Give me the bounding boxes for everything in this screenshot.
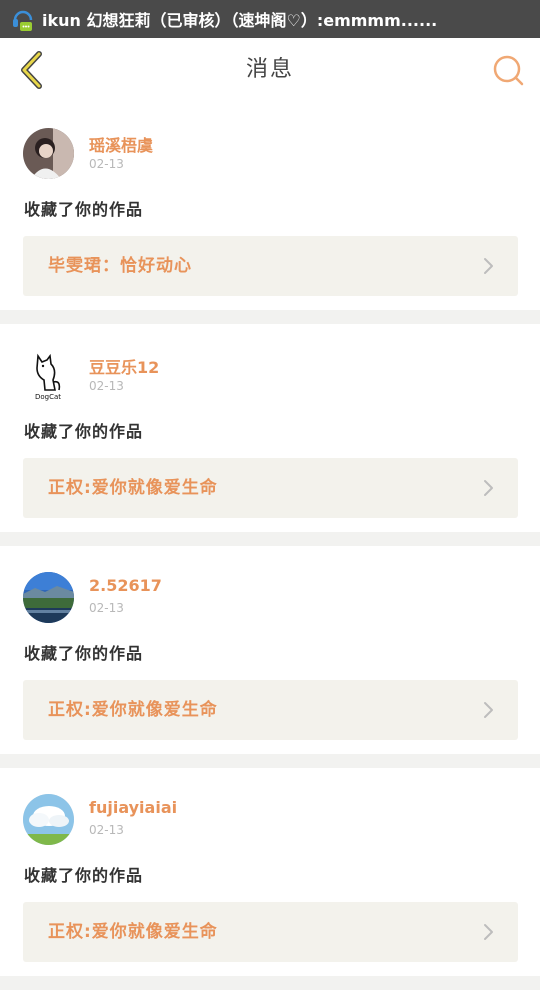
search-button[interactable] — [488, 50, 528, 90]
work-link[interactable]: 正权:爱你就像爱生命 — [23, 902, 518, 962]
notification-icon — [10, 6, 36, 32]
work-link[interactable]: 正权:爱你就像爱生命 — [23, 458, 518, 518]
status-notification-text: ikun 幻想狂莉（已审核）（速坤阁♡）:emmmm...... — [42, 11, 438, 30]
message-date: 02-13 — [89, 601, 124, 615]
message-action-text: 收藏了你的作品 — [24, 200, 144, 219]
work-title: 正权:爱你就像爱生命 — [48, 700, 218, 720]
chevron-right-icon — [484, 258, 493, 274]
message-date: 02-13 — [89, 379, 124, 393]
message-date: 02-13 — [89, 823, 124, 837]
message-action-text: 收藏了你的作品 — [24, 644, 144, 663]
search-icon — [493, 55, 524, 86]
avatar[interactable]: DogCat — [23, 350, 74, 401]
status-bar: ikun 幻想狂莉（已审核）（速坤阁♡）:emmmm...... — [0, 0, 540, 38]
message-date: 02-13 — [89, 157, 124, 171]
work-title: 正权:爱你就像爱生命 — [48, 478, 218, 498]
chevron-right-icon — [484, 480, 493, 496]
work-link[interactable]: 毕雯珺：恰好动心 — [23, 236, 518, 296]
work-title: 毕雯珺：恰好动心 — [48, 256, 192, 276]
message-card: 瑶溪梧虞 02-13 收藏了你的作品 毕雯珺：恰好动心 — [0, 102, 540, 310]
work-link[interactable]: 正权:爱你就像爱生命 — [23, 680, 518, 740]
work-title: 正权:爱你就像爱生命 — [48, 922, 218, 942]
message-action-text: 收藏了你的作品 — [24, 866, 144, 885]
username[interactable]: 瑶溪梧虞 — [89, 132, 153, 156]
top-nav-bar: 消息 — [0, 38, 540, 103]
avatar[interactable] — [23, 572, 74, 623]
username[interactable]: 2.52617 — [89, 576, 162, 595]
page-title: 消息 — [245, 57, 294, 82]
message-card: fujiayiaiai 02-13 收藏了你的作品 正权:爱你就像爱生命 — [0, 768, 540, 976]
username[interactable]: fujiayiaiai — [89, 798, 177, 817]
message-list: 瑶溪梧虞 02-13 收藏了你的作品 毕雯珺：恰好动心 DogCat 豆豆乐12… — [0, 102, 540, 990]
chevron-right-icon — [484, 702, 493, 718]
message-card: DogCat 豆豆乐12 02-13 收藏了你的作品 正权:爱你就像爱生命 — [0, 324, 540, 532]
avatar[interactable] — [23, 128, 74, 179]
chevron-right-icon — [484, 924, 493, 940]
dogcat-logo-text: DogCat — [35, 393, 61, 401]
message-card: 2.52617 02-13 收藏了你的作品 正权:爱你就像爱生命 — [0, 546, 540, 754]
username[interactable]: 豆豆乐12 — [89, 354, 159, 378]
avatar[interactable] — [23, 794, 74, 845]
message-action-text: 收藏了你的作品 — [24, 422, 144, 441]
